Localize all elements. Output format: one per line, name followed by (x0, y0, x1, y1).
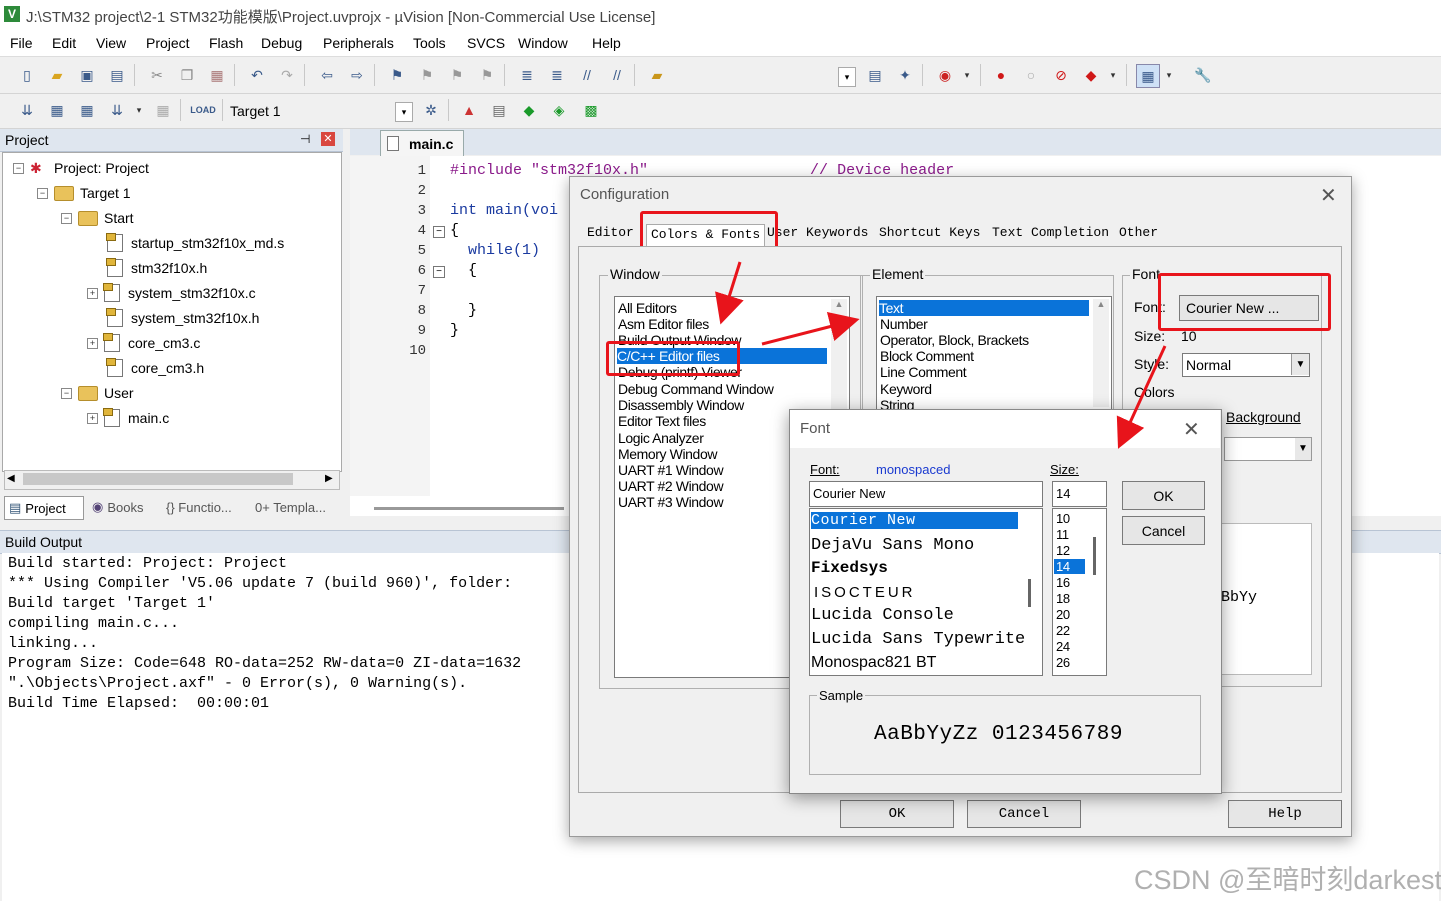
annotation-arrows (715, 261, 1167, 449)
arrow-to-font-dialog (1116, 345, 1167, 449)
watermark: CSDN @至暗时刻darkest (1134, 865, 1441, 895)
arrow-to-window-list (715, 261, 744, 325)
arrow-to-element-list (761, 311, 860, 346)
